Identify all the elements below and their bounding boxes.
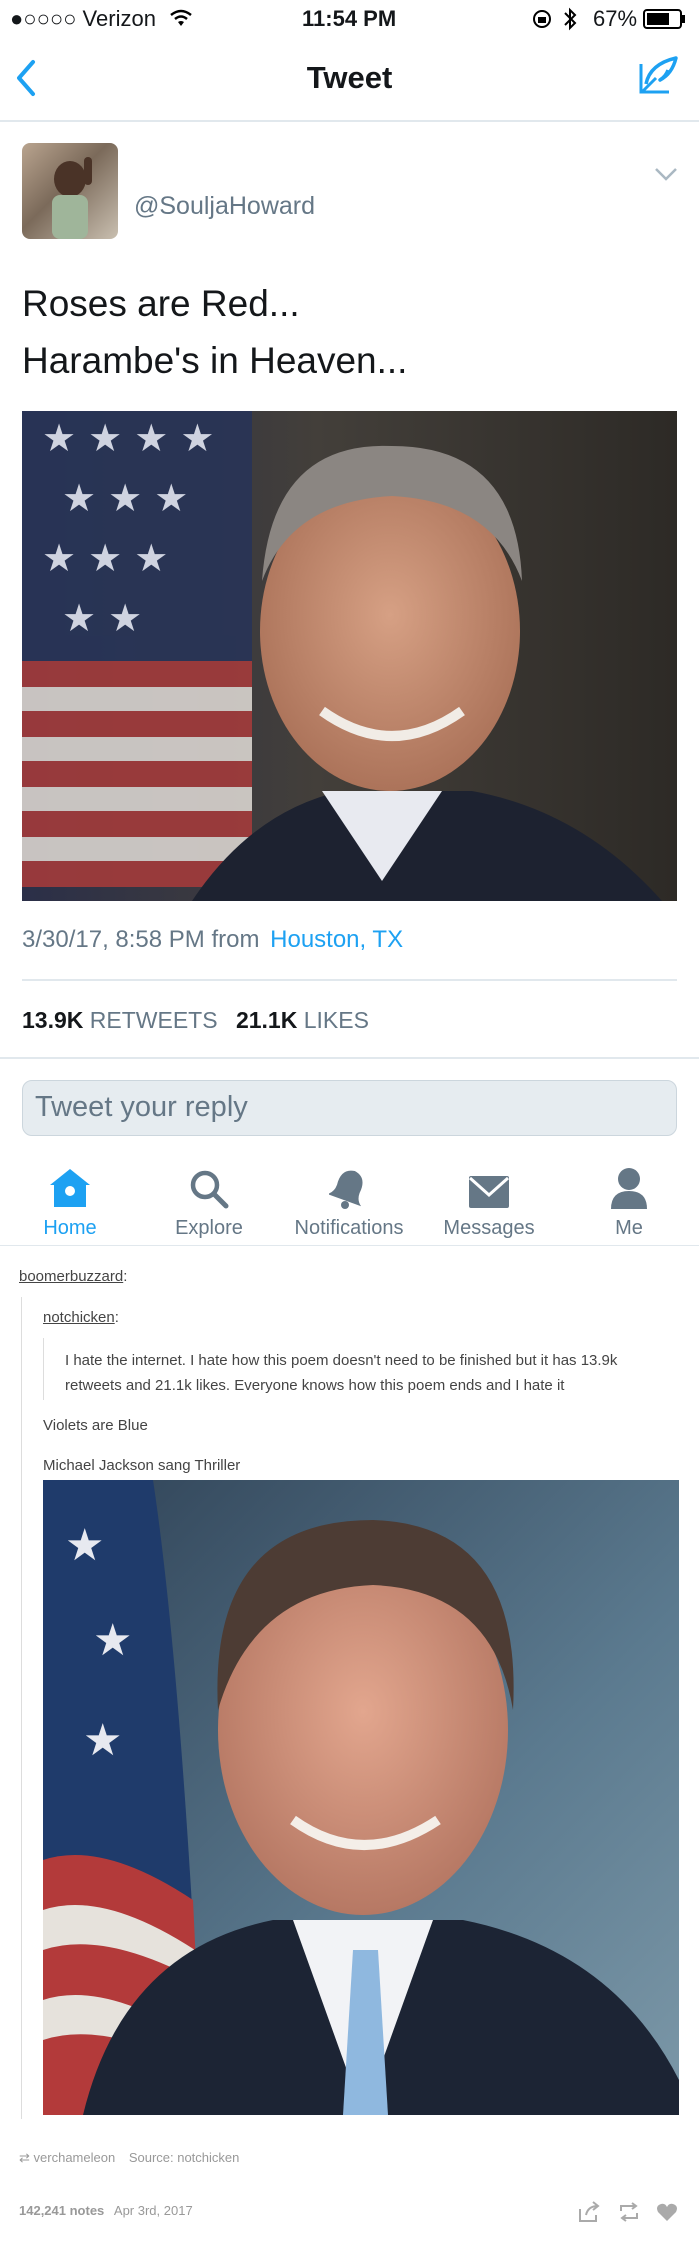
divider [0, 1245, 699, 1246]
search-icon [190, 1170, 229, 1209]
clock-text: 11:54 PM [302, 6, 397, 31]
battery-icon [643, 9, 685, 29]
chevron-down-icon[interactable] [654, 167, 678, 181]
bluetooth-icon [564, 7, 577, 31]
reblogger-link[interactable]: boomerbuzzard [19, 1268, 123, 1285]
reply-input[interactable]: Tweet your reply [22, 1080, 677, 1136]
svg-text:★: ★ [93, 1615, 132, 1666]
envelope-icon [468, 1176, 510, 1208]
battery-percent: 67% [593, 6, 638, 31]
tab-home-label: Home [43, 1217, 97, 1239]
tweet-text-line-2: Harambe's in Heaven... [22, 340, 408, 381]
compose-tweet-icon[interactable] [638, 54, 680, 96]
svg-text:★ ★ ★: ★ ★ ★ [42, 536, 168, 580]
divider [0, 1057, 699, 1059]
tab-notifications[interactable]: Notifications [279, 1165, 419, 1240]
tweet-meta: 3/30/17, 8:58 PM from Houston, TX [22, 926, 403, 954]
avatar[interactable] [22, 143, 118, 239]
notes-count[interactable]: 142,241 notes [19, 2203, 104, 2218]
divider [22, 979, 677, 981]
retweets-count[interactable]: 13.9K [22, 1007, 83, 1033]
carrier-text: ●○○○○ Verizon [10, 6, 156, 31]
tweet-text-line-1: Roses are Red... [22, 283, 300, 324]
tab-me[interactable]: Me [559, 1165, 699, 1240]
home-icon [50, 1169, 90, 1207]
post-line-violets: Violets are Blue [43, 1417, 148, 1434]
tab-messages-label: Messages [443, 1217, 535, 1239]
bell-icon [329, 1170, 363, 1209]
rotation-lock-icon [533, 10, 551, 28]
post-date: Apr 3rd, 2017 [113, 2203, 193, 2218]
likes-label[interactable]: LIKES [304, 1007, 369, 1033]
quoted-user-link[interactable]: notchicken [43, 1309, 115, 1326]
svg-text:★: ★ [65, 1520, 104, 1571]
svg-text:★ ★ ★: ★ ★ ★ [62, 476, 188, 520]
tab-me-label: Me [615, 1217, 643, 1239]
tweet-date: 3/30/17, 8:58 PM from [22, 926, 260, 953]
tab-messages[interactable]: Messages [419, 1165, 559, 1240]
post-line-thriller: Michael Jackson sang Thriller [43, 1457, 241, 1474]
svg-text:★ ★: ★ ★ [62, 596, 142, 640]
tab-notifications-label: Notifications [294, 1217, 404, 1239]
tab-explore[interactable]: Explore [139, 1165, 279, 1240]
reblog-source-line: ⇄ verchameleon Source: notchicken [19, 2150, 239, 2166]
tab-home[interactable]: Home [0, 1165, 140, 1240]
svg-text:★: ★ [83, 1715, 122, 1766]
reblog-button-icon[interactable] [617, 2201, 641, 2223]
wifi-icon [170, 9, 192, 26]
tab-explore-label: Explore [175, 1217, 243, 1239]
likes-count[interactable]: 21.1K [236, 1007, 297, 1033]
reblog-border [21, 1297, 22, 2119]
tweet-photo[interactable]: ★ ★ ★ ★ ★ ★ ★ ★ ★ ★ ★ ★ [22, 411, 677, 901]
person-icon [611, 1168, 647, 1209]
source-link[interactable]: Source: notchicken [129, 2150, 240, 2165]
retweets-label[interactable]: RETWEETS [90, 1007, 218, 1033]
quoted-user: notchicken: [43, 1309, 119, 1326]
share-icon[interactable] [578, 2201, 600, 2223]
post-photo[interactable]: ★ ★ ★ [43, 1480, 679, 2115]
nav-bar: Tweet [0, 40, 699, 122]
svg-text:★ ★ ★ ★: ★ ★ ★ ★ [42, 416, 215, 460]
tweet-text: Roses are Red... Harambe's in Heaven... [22, 275, 682, 389]
quote-text: I hate the internet. I hate how this poe… [65, 1352, 618, 1394]
quote-border [43, 1338, 44, 1400]
heart-icon[interactable] [656, 2202, 678, 2222]
reblogged-by[interactable]: verchameleon [34, 2150, 116, 2165]
page-title: Tweet [306, 60, 393, 95]
reblog-header: boomerbuzzard: [19, 1268, 128, 1285]
notes-line: 142,241 notes Apr 3rd, 2017 [19, 2203, 193, 2218]
reblog-icon: ⇄ [19, 2150, 30, 2165]
tweet-location-link[interactable]: Houston, TX [270, 926, 403, 953]
tweet-handle[interactable]: @SouljaHoward [134, 192, 315, 221]
status-bar: ●○○○○ Verizon 11:54 PM 67% [0, 0, 699, 40]
tweet-stats: 13.9K RETWEETS 21.1K LIKES [22, 1007, 369, 1034]
